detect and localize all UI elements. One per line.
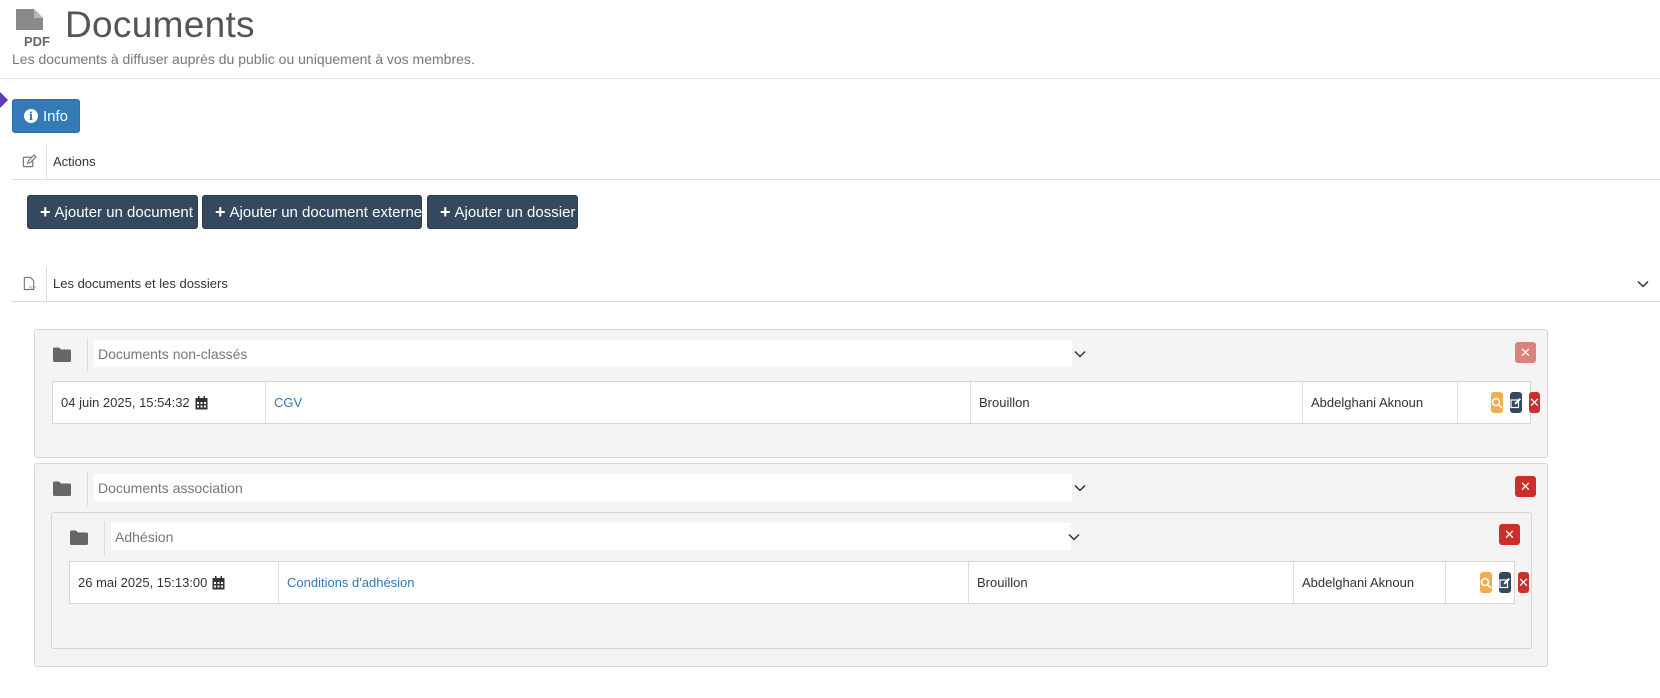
document-title-link[interactable]: CGV: [274, 395, 302, 410]
subfolder-header: Adhésion ✕: [52, 513, 1531, 563]
edit-document-button[interactable]: [1510, 392, 1522, 413]
chevron-down-icon[interactable]: [1067, 530, 1081, 544]
add-folder-label: Ajouter un dossier: [454, 203, 576, 221]
info-button-label: Info: [42, 107, 69, 125]
search-icon: [1491, 397, 1503, 409]
folder-icon: [53, 481, 71, 496]
edit-icon: [1499, 577, 1510, 588]
document-author-cell: Abdelghani Aknoun: [1303, 382, 1458, 423]
folder-divider: [104, 521, 105, 555]
documents-section-header[interactable]: PDF Les documents et les dossiers: [12, 267, 1660, 302]
add-external-document-button[interactable]: + Ajouter un document externe: [202, 195, 422, 229]
folder-panel: Documents association ✕ Adhésion ✕ 26 ma…: [34, 463, 1548, 667]
actions-section-label: Actions: [53, 154, 96, 169]
pdf-logo-text: PDF: [24, 34, 50, 48]
plus-icon: +: [440, 202, 451, 222]
folder-header: Documents association ✕: [35, 464, 1547, 514]
document-date: 26 mai 2025, 15:13:00: [78, 575, 208, 590]
document-title-cell: Conditions d'adhésion: [279, 562, 969, 603]
document-title-link[interactable]: Conditions d'adhésion: [287, 575, 415, 590]
subfolder-name-field[interactable]: Adhésion: [111, 523, 1071, 550]
edit-document-button[interactable]: [1499, 572, 1511, 593]
section-divider: [46, 267, 47, 301]
chevron-down-icon[interactable]: [1073, 347, 1087, 361]
document-actions-cell: ✕: [1458, 382, 1540, 423]
document-title-cell: CGV: [266, 382, 971, 423]
folder-divider: [87, 338, 88, 372]
plus-icon: +: [215, 202, 226, 222]
svg-text:PDF: PDF: [29, 286, 37, 290]
plus-icon: +: [40, 202, 51, 222]
folder-icon: [53, 347, 71, 362]
document-date-cell: 04 juin 2025, 15:54:32: [53, 382, 266, 423]
document-status-cell: Brouillon: [969, 562, 1294, 603]
table-row: 04 juin 2025, 15:54:32 CGV Brouillon Abd…: [52, 381, 1540, 424]
delete-document-button[interactable]: ✕: [1529, 392, 1540, 413]
delete-folder-button[interactable]: ✕: [1515, 342, 1536, 363]
chevron-down-icon[interactable]: [1636, 277, 1650, 291]
edit-icon: [22, 154, 37, 168]
document-actions-cell: ✕: [1446, 562, 1529, 603]
delete-document-button[interactable]: ✕: [1518, 572, 1529, 593]
pdf-file-icon: PDF: [16, 9, 50, 48]
page-subtitle: Les documents à diffuser auprès du publi…: [12, 51, 475, 67]
folder-divider: [87, 472, 88, 506]
view-document-button[interactable]: [1491, 392, 1503, 413]
documents-section-label: Les documents et les dossiers: [53, 276, 228, 291]
folder-panel: Documents non-classés ✕ 04 juin 2025, 15…: [34, 329, 1548, 458]
actions-section-header: Actions: [12, 145, 1660, 180]
folder-icon: [70, 530, 88, 545]
section-divider: [46, 145, 47, 179]
delete-folder-button[interactable]: ✕: [1515, 476, 1536, 497]
document-date-cell: 26 mai 2025, 15:13:00: [70, 562, 279, 603]
folder-name-field[interactable]: Documents association: [94, 474, 1072, 501]
calendar-icon: [212, 575, 225, 589]
document-date: 04 juin 2025, 15:54:32: [61, 395, 190, 410]
info-circle-icon: i: [23, 109, 38, 123]
search-icon: [1480, 577, 1492, 589]
subfolder-panel: Adhésion ✕ 26 mai 2025, 15:13:00 Conditi…: [51, 512, 1532, 649]
side-marker: [0, 92, 8, 108]
page-title: Documents: [65, 4, 255, 45]
edit-icon: [1510, 397, 1521, 408]
add-document-button[interactable]: + Ajouter un document: [27, 195, 198, 229]
folder-name-field[interactable]: Documents non-classés: [94, 340, 1072, 367]
info-button[interactable]: i Info: [12, 99, 80, 133]
view-document-button[interactable]: [1480, 572, 1492, 593]
document-author-cell: Abdelghani Aknoun: [1294, 562, 1446, 603]
add-external-document-label: Ajouter un document externe: [229, 203, 423, 221]
table-row: 26 mai 2025, 15:13:00 Conditions d'adhés…: [69, 561, 1529, 604]
delete-subfolder-button[interactable]: ✕: [1499, 524, 1520, 545]
document-status-cell: Brouillon: [971, 382, 1303, 423]
pdf-file-icon: PDF: [23, 276, 37, 291]
add-document-label: Ajouter un document: [54, 203, 193, 221]
calendar-icon: [195, 395, 208, 409]
add-folder-button[interactable]: + Ajouter un dossier: [427, 195, 578, 229]
page-header: PDF Documents Les documents à diffuser a…: [0, 0, 1660, 79]
chevron-down-icon[interactable]: [1073, 481, 1087, 495]
folder-header: Documents non-classés ✕: [35, 330, 1547, 380]
